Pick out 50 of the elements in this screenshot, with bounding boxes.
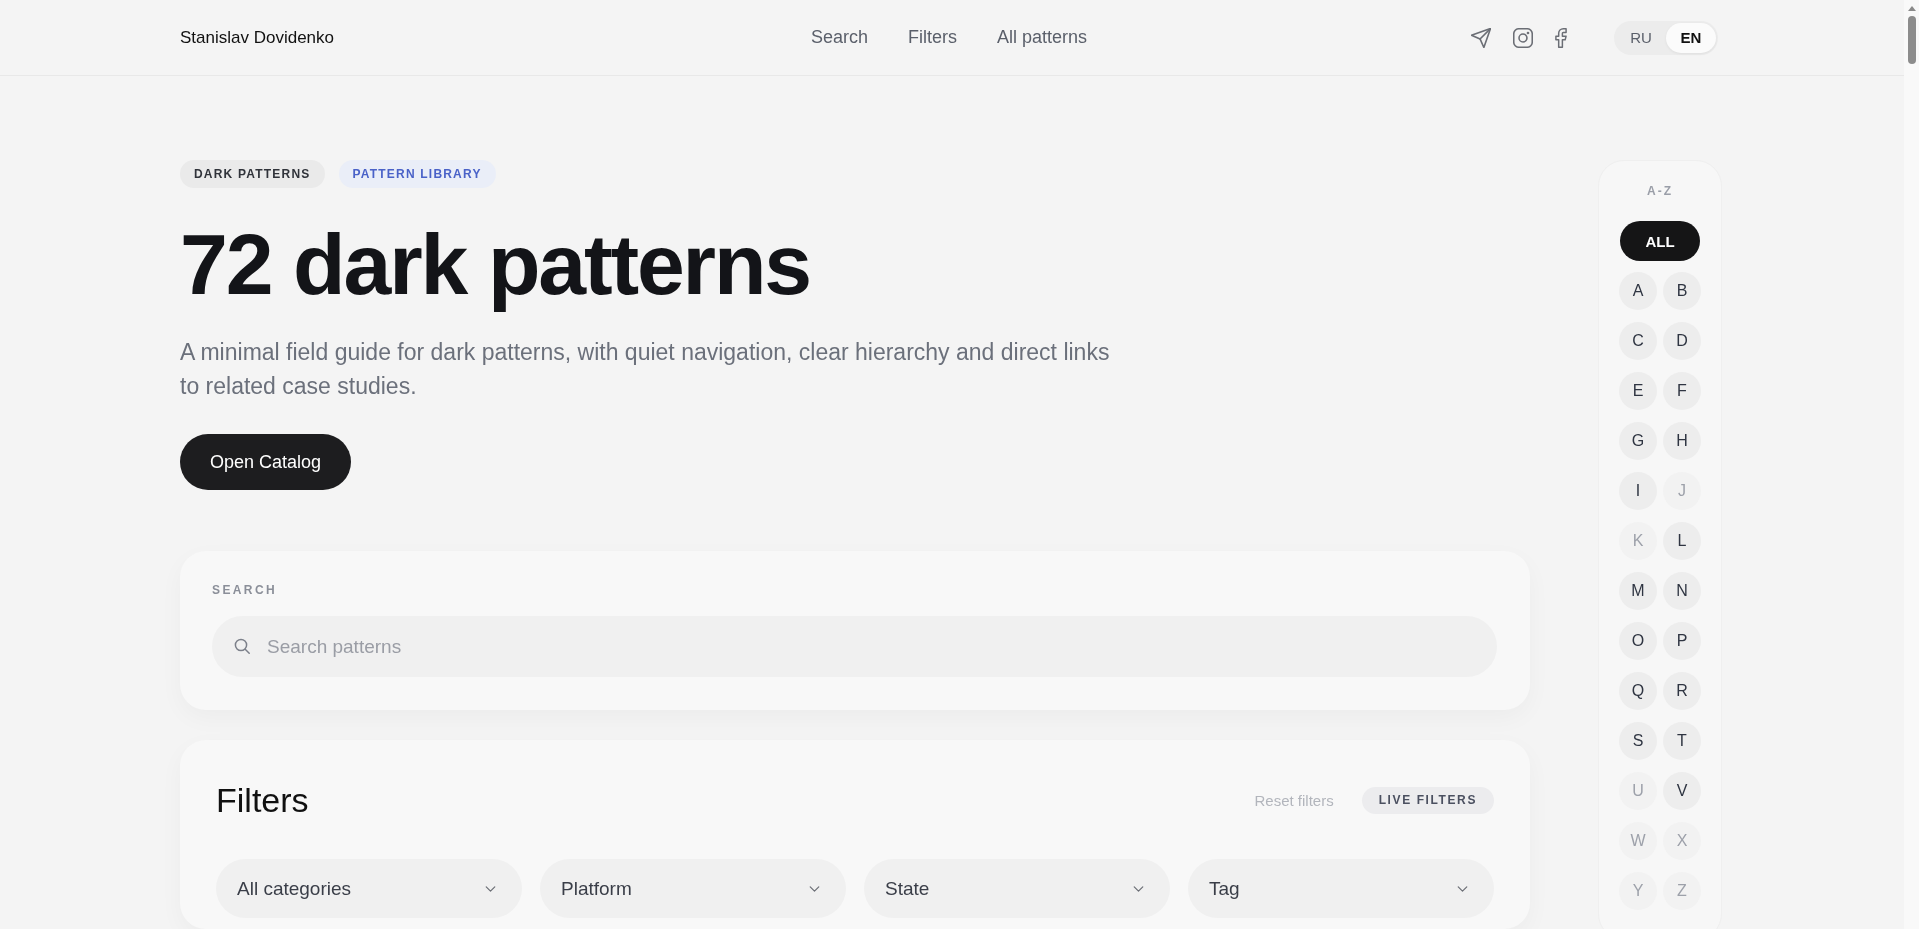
letter-filter[interactable]: I bbox=[1619, 472, 1657, 510]
filters-heading: Filters bbox=[216, 780, 309, 820]
filter-dropdown[interactable]: Tag bbox=[1188, 859, 1494, 918]
search-field[interactable]: Search patterns bbox=[212, 616, 1497, 677]
letter-filter[interactable]: C bbox=[1619, 322, 1657, 360]
live-filters-badge: LIVE FILTERS bbox=[1361, 786, 1494, 814]
letter-filter[interactable]: R bbox=[1663, 672, 1701, 710]
filter-dropdown[interactable]: State bbox=[864, 859, 1170, 918]
letter-filter[interactable]: S bbox=[1619, 722, 1657, 760]
chevron-down-icon bbox=[485, 885, 496, 892]
letter-filter[interactable]: L bbox=[1663, 522, 1701, 560]
letter-filter[interactable]: M bbox=[1619, 572, 1657, 610]
chevron-down-icon bbox=[1457, 885, 1468, 892]
section-tag: DARK PATTERNS bbox=[180, 160, 325, 188]
filter-dropdown[interactable]: Platform bbox=[540, 859, 846, 918]
chevron-down-icon bbox=[1133, 885, 1144, 892]
search-label: SEARCH bbox=[212, 583, 279, 597]
paper-plane-icon[interactable] bbox=[1471, 27, 1491, 48]
letter-filter[interactable]: H bbox=[1663, 422, 1701, 460]
letter-filter[interactable]: O bbox=[1619, 622, 1657, 660]
nav-link[interactable]: Filters bbox=[908, 27, 957, 48]
letter-filter[interactable]: A bbox=[1619, 272, 1657, 310]
letter-filter[interactable]: B bbox=[1663, 272, 1701, 310]
filter-dropdown[interactable]: All categories bbox=[216, 859, 522, 918]
nav-link[interactable]: Search bbox=[810, 27, 868, 48]
nav-link[interactable]: All patterns bbox=[997, 27, 1088, 48]
letter-filter[interactable]: P bbox=[1663, 622, 1701, 660]
letter-filter[interactable]: E bbox=[1619, 372, 1657, 410]
letter-filter[interactable]: T bbox=[1663, 722, 1701, 760]
letter-filter[interactable]: Q bbox=[1619, 672, 1657, 710]
chevron-down-icon bbox=[809, 885, 820, 892]
scroll-up-arrow-icon[interactable] bbox=[1907, 6, 1916, 11]
letter-filter[interactable]: F bbox=[1663, 372, 1701, 410]
section-tag: PATTERN LIBRARY bbox=[338, 160, 496, 188]
letter-filter[interactable]: V bbox=[1663, 772, 1701, 810]
letter-filter[interactable]: G bbox=[1619, 422, 1657, 460]
language-option[interactable]: EN bbox=[1666, 22, 1716, 53]
scrollbar-thumb[interactable] bbox=[1907, 16, 1916, 64]
letter-filter[interactable]: D bbox=[1663, 322, 1701, 360]
page-description: A minimal field guide for dark patterns, with quiet navigation, clear hierarchy and direct links to related case studies. bbox=[180, 338, 1111, 401]
facebook-icon[interactable] bbox=[1555, 27, 1567, 48]
open-catalog-button[interactable]: Open Catalog bbox=[180, 434, 352, 490]
instagram-icon[interactable] bbox=[1513, 27, 1533, 48]
alphabet-heading: A-Z bbox=[1647, 184, 1673, 198]
brand-name[interactable]: Stanislav Dovidenko bbox=[180, 27, 335, 48]
search-icon bbox=[234, 638, 250, 654]
letter-filter[interactable]: N bbox=[1663, 572, 1701, 610]
all-letters-button[interactable]: ALL bbox=[1620, 221, 1700, 261]
scrollbar[interactable] bbox=[1904, 0, 1919, 929]
language-option[interactable]: RU bbox=[1616, 22, 1666, 53]
